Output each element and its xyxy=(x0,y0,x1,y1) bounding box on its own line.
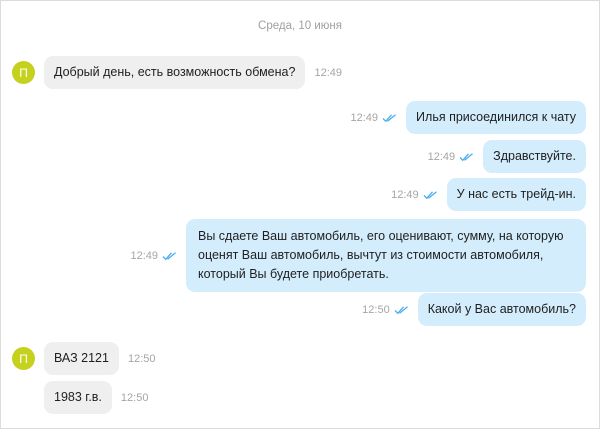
message-bubble[interactable]: Какой у Вас автомобиль? xyxy=(417,293,586,326)
avatar[interactable]: П xyxy=(12,61,35,84)
message-bubble[interactable]: У нас есть трейд-ин. xyxy=(446,178,586,211)
message-time: 12:50 xyxy=(362,303,390,316)
message-time: 12:49 xyxy=(130,249,158,262)
message-time: 12:49 xyxy=(350,111,379,124)
date-separator: Среда, 10 июня xyxy=(258,20,342,32)
message-row: 1983 г.в. 12:50 xyxy=(12,381,148,414)
message-time: 12:50 xyxy=(120,391,149,404)
message-row: 12:49 Вы сдаете Ваш автомобиль, его оцен… xyxy=(130,219,586,292)
message-bubble[interactable]: Илья присоединился к чату xyxy=(406,101,586,134)
message-bubble[interactable]: Здравствуйте. xyxy=(483,140,586,173)
avatar[interactable]: П xyxy=(12,347,35,370)
message-meta: 12:49 xyxy=(391,189,438,201)
message-bubble[interactable]: ВАЗ 2121 xyxy=(44,342,119,375)
double-check-icon xyxy=(459,152,474,162)
double-check-icon xyxy=(394,305,409,315)
message-time: 12:50 xyxy=(127,352,156,365)
message-bubble[interactable]: Вы сдаете Ваш автомобиль, его оценивают,… xyxy=(186,219,586,292)
message-meta: 12:50 xyxy=(362,304,409,316)
message-row: 12:49 У нас есть трейд-ин. xyxy=(391,178,586,211)
chat-window: Среда, 10 июня П Добрый день, есть возмо… xyxy=(0,0,600,429)
message-bubble[interactable]: Добрый день, есть возможность обмена? xyxy=(44,56,306,89)
message-bubble[interactable]: 1983 г.в. xyxy=(44,381,112,414)
message-row: П Добрый день, есть возможность обмена? … xyxy=(12,56,342,89)
double-check-icon xyxy=(423,190,438,200)
message-time: 12:49 xyxy=(314,66,342,79)
message-meta: 12:49 xyxy=(351,112,398,124)
message-meta: 12:49 xyxy=(428,151,475,163)
message-row: 12:50 Какой у Вас автомобиль? xyxy=(362,293,586,326)
double-check-icon xyxy=(162,251,177,261)
double-check-icon xyxy=(382,113,397,123)
message-row: 12:49 Здравствуйте. xyxy=(428,140,586,173)
message-row: П ВАЗ 2121 12:50 xyxy=(12,342,155,375)
message-time: 12:49 xyxy=(391,188,419,201)
message-time: 12:49 xyxy=(427,150,456,163)
message-meta: 12:49 xyxy=(130,250,177,262)
message-row: 12:49 Илья присоединился к чату xyxy=(351,101,586,134)
